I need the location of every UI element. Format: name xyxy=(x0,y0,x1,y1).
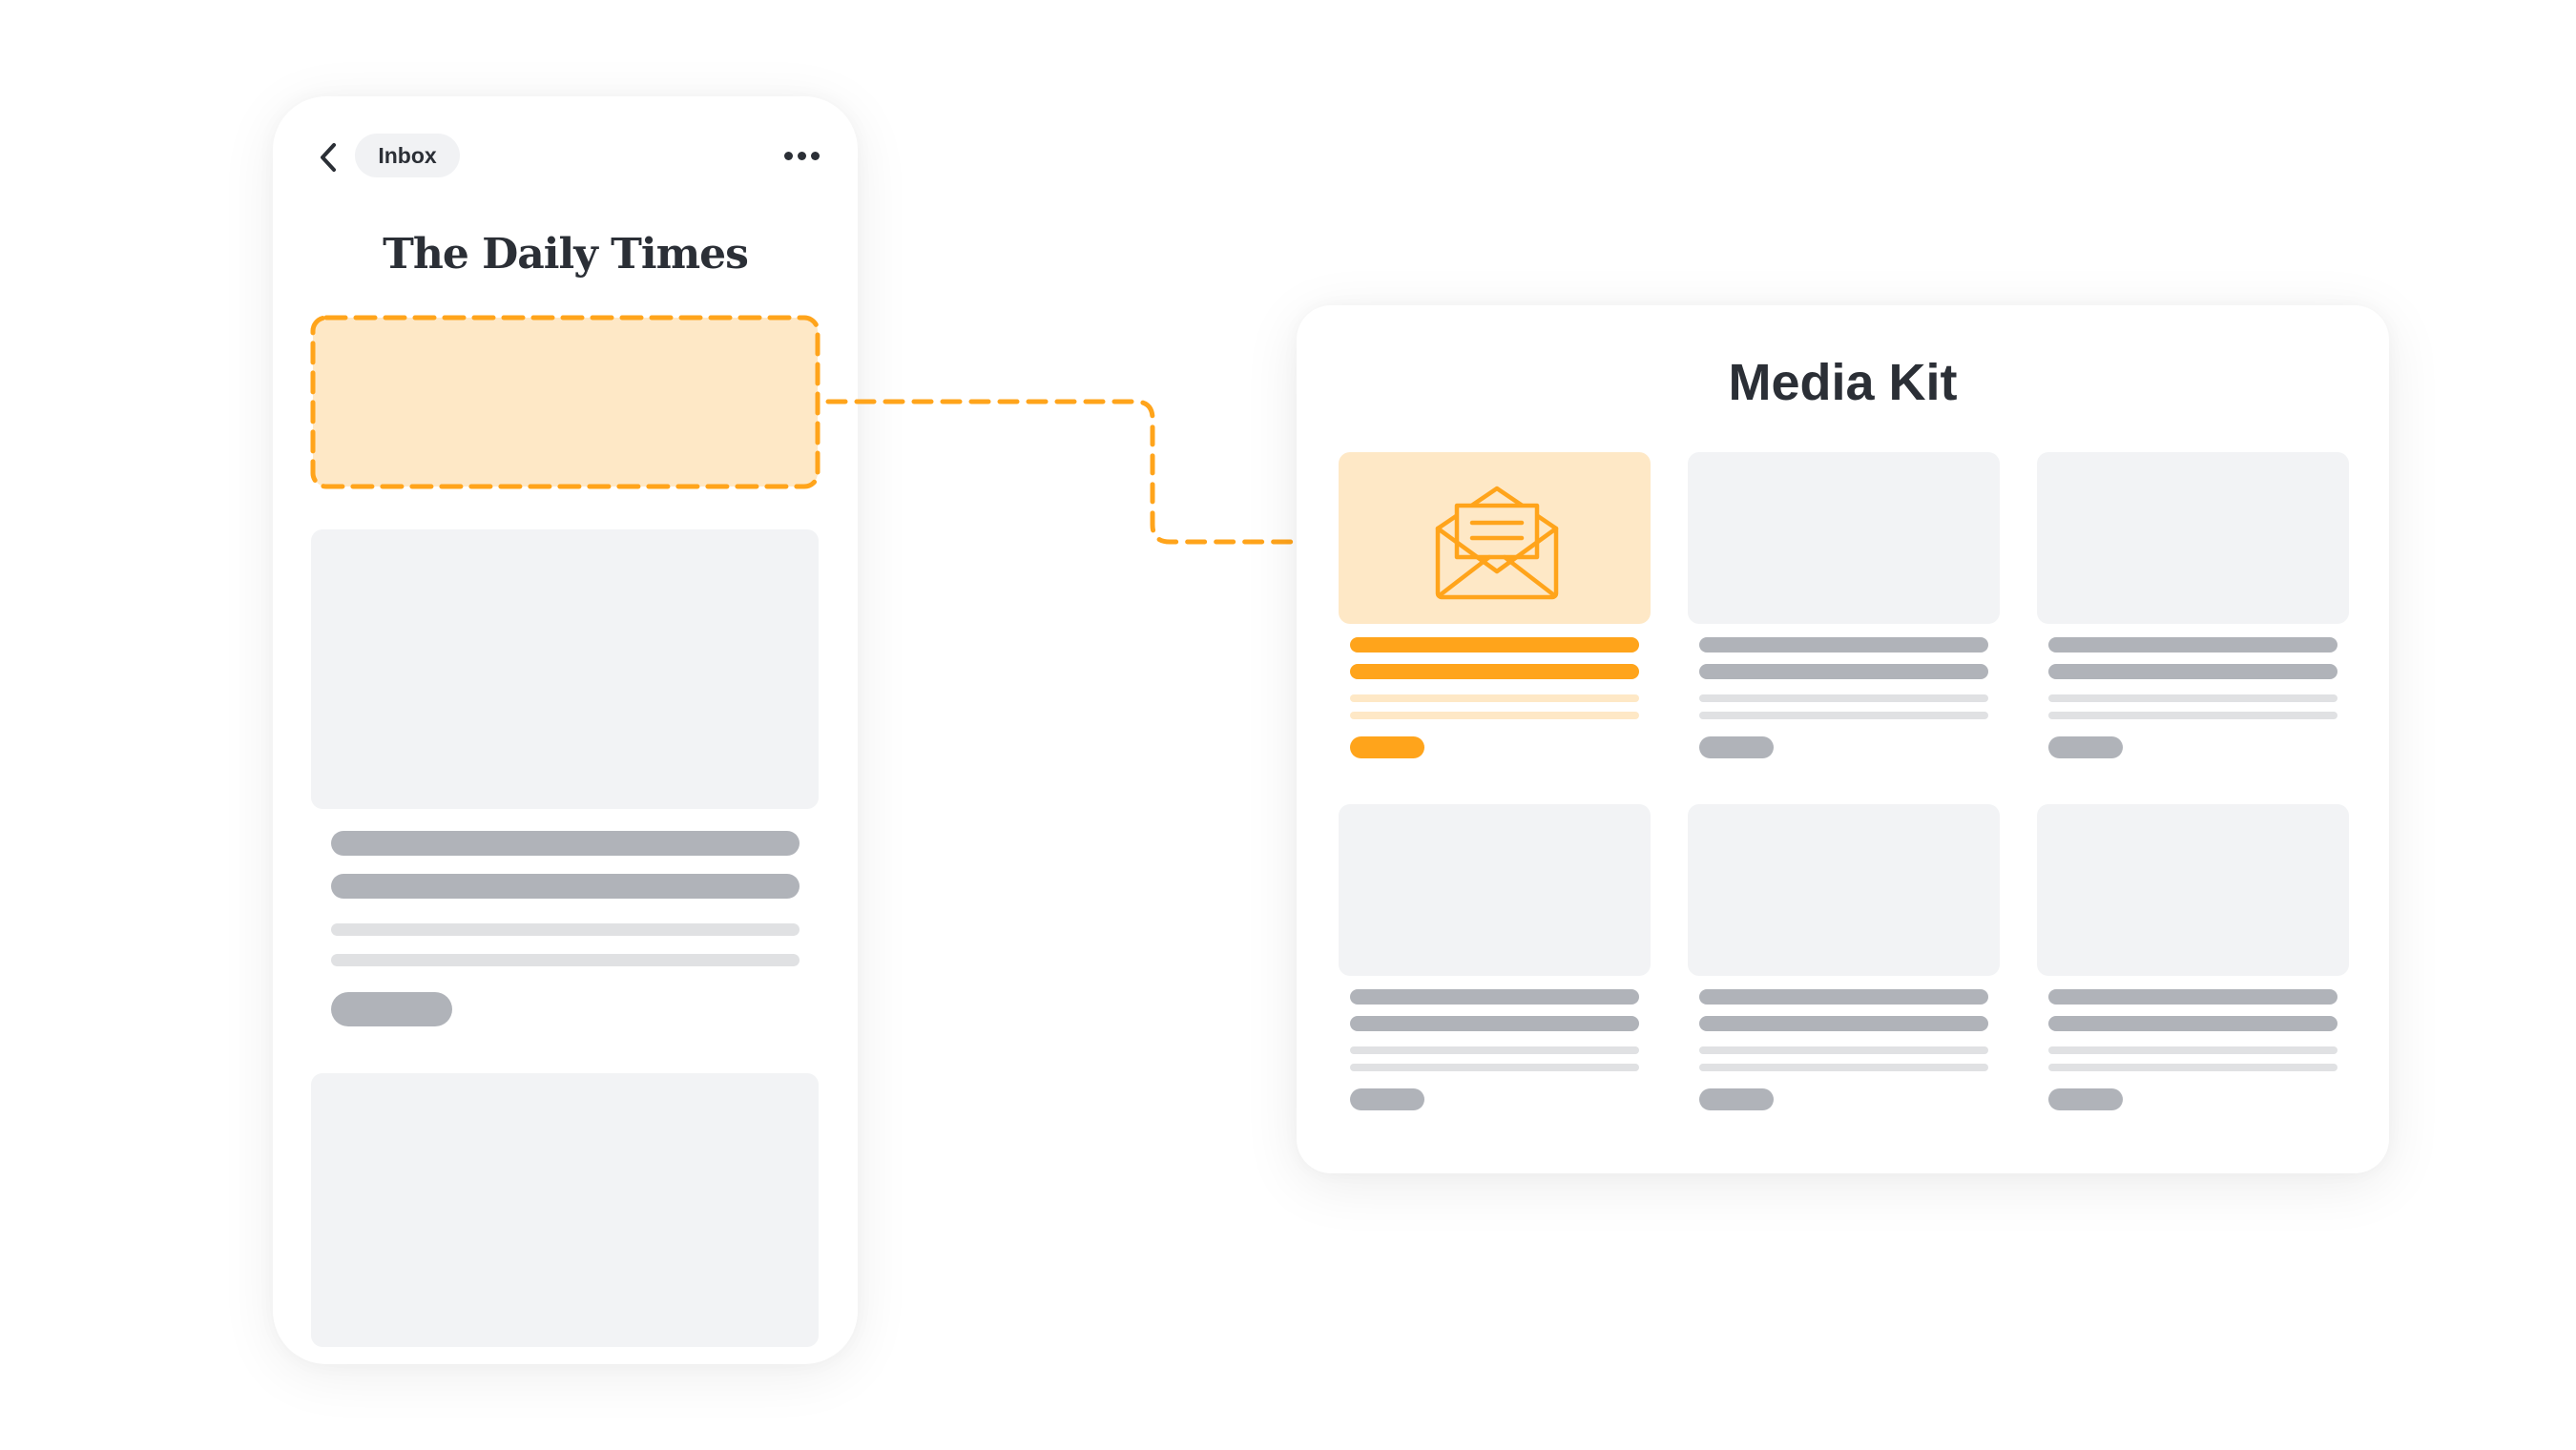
card-image-placeholder xyxy=(1688,804,2000,976)
card-text-placeholder xyxy=(1350,1064,1639,1071)
media-kit-card[interactable] xyxy=(1688,452,2000,767)
headline-placeholder xyxy=(331,874,800,899)
card-image-placeholder xyxy=(1339,804,1651,976)
card-text-placeholder xyxy=(1699,1064,1988,1071)
media-kit-card[interactable] xyxy=(2037,452,2349,767)
card-title-placeholder xyxy=(1699,989,1988,1005)
ad-slot-highlight[interactable] xyxy=(310,315,821,489)
open-envelope-icon xyxy=(1435,486,1559,600)
card-button-placeholder xyxy=(2048,736,2123,758)
card-text-placeholder xyxy=(1350,712,1639,719)
media-kit-card[interactable] xyxy=(1339,452,1651,767)
card-title-placeholder xyxy=(2048,664,2337,679)
card-image-placeholder xyxy=(1688,452,2000,624)
card-text-placeholder xyxy=(1699,712,1988,719)
card-text-placeholder xyxy=(1350,1046,1639,1054)
card-title-placeholder xyxy=(2048,637,2337,652)
card-image-placeholder xyxy=(2037,452,2349,624)
button-placeholder xyxy=(331,992,452,1026)
text-line-placeholder xyxy=(331,954,800,966)
inbox-button[interactable]: Inbox xyxy=(355,134,460,177)
card-text-placeholder xyxy=(2048,1064,2337,1071)
text-line-placeholder xyxy=(331,923,800,936)
more-horizontal-icon[interactable] xyxy=(784,146,828,165)
card-title-placeholder xyxy=(1699,637,1988,652)
content-image-placeholder xyxy=(311,529,819,809)
media-kit-card[interactable] xyxy=(1688,804,2000,1119)
card-title-placeholder xyxy=(1350,664,1639,679)
headline-placeholder xyxy=(331,831,800,856)
media-kit-card[interactable] xyxy=(1339,804,1651,1119)
card-title-placeholder xyxy=(1699,1016,1988,1031)
card-button-placeholder xyxy=(1350,736,1424,758)
media-kit-panel: Media Kit xyxy=(1297,305,2389,1173)
card-title-placeholder xyxy=(2048,989,2337,1005)
card-title-placeholder xyxy=(1350,989,1639,1005)
newsletter-masthead: The Daily Times xyxy=(383,230,749,279)
content-image-placeholder xyxy=(311,1073,819,1347)
card-image-placeholder xyxy=(2037,804,2349,976)
card-text-placeholder xyxy=(1699,1046,1988,1054)
card-button-placeholder xyxy=(1699,736,1774,758)
media-kit-title: Media Kit xyxy=(1728,354,1958,411)
card-text-placeholder xyxy=(2048,694,2337,702)
phone-mockup: Inbox The Daily Times xyxy=(273,96,858,1364)
card-button-placeholder xyxy=(1699,1088,1774,1110)
card-title-placeholder xyxy=(2048,1016,2337,1031)
card-title-placeholder xyxy=(1699,664,1988,679)
chevron-left-icon[interactable] xyxy=(315,140,343,175)
card-button-placeholder xyxy=(2048,1088,2123,1110)
card-button-placeholder xyxy=(1350,1088,1424,1110)
card-text-placeholder xyxy=(1350,694,1639,702)
card-title-placeholder xyxy=(1350,1016,1639,1031)
media-kit-card[interactable] xyxy=(2037,804,2349,1119)
card-text-placeholder xyxy=(2048,712,2337,719)
card-text-placeholder xyxy=(2048,1046,2337,1054)
card-title-placeholder xyxy=(1350,637,1639,652)
card-text-placeholder xyxy=(1699,694,1988,702)
